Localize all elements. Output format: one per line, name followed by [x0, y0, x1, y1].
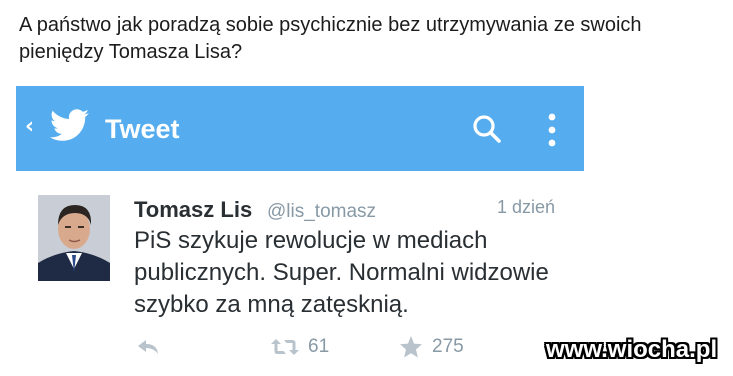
- tweet-text: PiS szykuje rewolucje w mediach publiczn…: [134, 227, 549, 318]
- overflow-menu-icon[interactable]: [547, 112, 557, 148]
- retweet-icon[interactable]: [271, 337, 299, 357]
- tweet-card[interactable]: Tomasz Lis @lis_tomasz 1 dzień PiS szyku…: [16, 171, 584, 376]
- twitter-top-bar: ‹ Tweet: [16, 86, 584, 171]
- reply-icon[interactable]: [136, 338, 160, 356]
- back-chevron-icon[interactable]: ‹: [25, 115, 39, 139]
- tweet-screenshot: ‹ Tweet Tomasz Lis @lis_tomasz 1 dzień P…: [16, 86, 584, 376]
- author-name[interactable]: Tomasz Lis: [134, 197, 252, 223]
- screen-title: Tweet: [105, 114, 180, 144]
- favorite-count: 275: [432, 336, 464, 357]
- post-caption: A państwo jak poradzą sobie psychicznie …: [19, 14, 642, 63]
- search-icon[interactable]: [472, 114, 502, 144]
- tweet-timestamp: 1 dzień: [497, 197, 556, 217]
- retweet-count: 61: [308, 336, 330, 357]
- author-avatar[interactable]: [38, 195, 110, 281]
- twitter-bird-icon: [50, 109, 90, 141]
- favorite-star-icon[interactable]: [399, 335, 423, 359]
- site-watermark: www.wiocha.pl: [546, 336, 718, 363]
- author-handle[interactable]: @lis_tomasz: [267, 200, 376, 224]
